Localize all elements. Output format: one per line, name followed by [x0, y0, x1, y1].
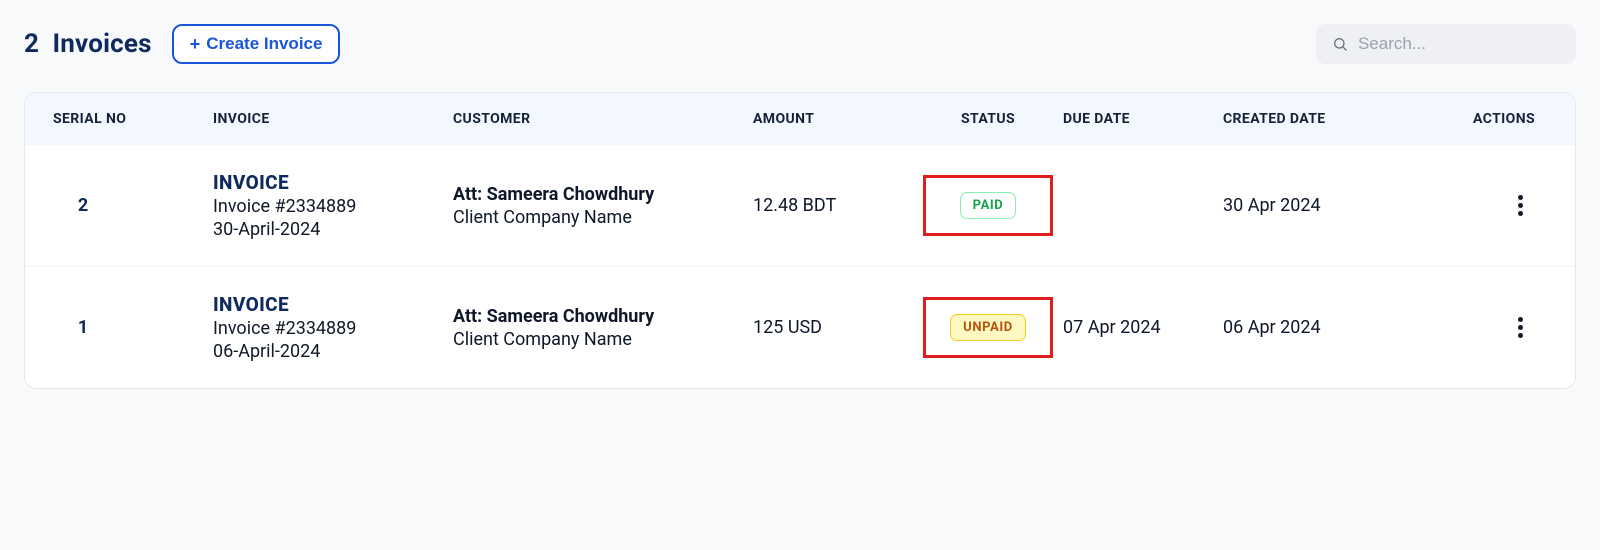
customer-cell: Att: Sameera Chowdhury Client Company Na…	[453, 184, 753, 228]
row-actions-menu-button[interactable]	[1512, 311, 1529, 344]
invoice-title: INVOICE	[213, 293, 453, 316]
col-status: STATUS	[913, 111, 1063, 127]
col-amount: AMOUNT	[753, 111, 913, 127]
created-date-cell: 30 Apr 2024	[1223, 195, 1423, 216]
customer-company: Client Company Name	[453, 329, 753, 350]
status-highlight: PAID	[923, 175, 1053, 236]
amount-cell: 12.48 BDT	[753, 195, 913, 216]
row-actions-menu-button[interactable]	[1512, 189, 1529, 222]
col-created-date: CREATED DATE	[1223, 111, 1423, 127]
header-left: 2 Invoices + Create Invoice	[24, 24, 340, 64]
search-box[interactable]	[1316, 24, 1576, 64]
table-header-row: SERIAL NO INVOICE CUSTOMER AMOUNT STATUS…	[25, 93, 1575, 145]
serial-cell: 2	[53, 195, 213, 216]
invoice-date: 06-April-2024	[213, 341, 453, 362]
actions-cell	[1423, 311, 1547, 344]
invoice-cell[interactable]: INVOICE Invoice #2334889 30-April-2024	[213, 171, 453, 240]
search-icon	[1332, 35, 1348, 53]
col-due-date: DUE DATE	[1063, 111, 1223, 127]
plus-icon: +	[190, 35, 201, 53]
created-date-cell: 06 Apr 2024	[1223, 317, 1423, 338]
status-badge: UNPAID	[950, 314, 1026, 341]
status-cell: UNPAID	[913, 297, 1063, 358]
actions-cell	[1423, 189, 1547, 222]
status-badge: PAID	[960, 192, 1017, 219]
due-date-cell: 07 Apr 2024	[1063, 317, 1223, 338]
page-title-text: Invoices	[52, 29, 151, 59]
serial-value: 1	[53, 317, 113, 338]
col-actions: ACTIONS	[1423, 111, 1547, 127]
status-cell: PAID	[913, 175, 1063, 236]
create-invoice-label: Create Invoice	[206, 34, 322, 54]
serial-cell: 1	[53, 317, 213, 338]
invoice-number: Invoice #2334889	[213, 318, 453, 339]
search-input[interactable]	[1358, 34, 1560, 54]
table-row: 1 INVOICE Invoice #2334889 06-April-2024…	[25, 266, 1575, 388]
table-row: 2 INVOICE Invoice #2334889 30-April-2024…	[25, 145, 1575, 266]
customer-attention: Att: Sameera Chowdhury	[453, 184, 753, 205]
col-customer: CUSTOMER	[453, 111, 753, 127]
status-highlight: UNPAID	[923, 297, 1053, 358]
invoice-date: 30-April-2024	[213, 219, 453, 240]
serial-value: 2	[53, 195, 113, 216]
customer-company: Client Company Name	[453, 207, 753, 228]
amount-cell: 125 USD	[753, 317, 913, 338]
col-serial: SERIAL NO	[53, 111, 213, 127]
customer-cell: Att: Sameera Chowdhury Client Company Na…	[453, 306, 753, 350]
invoice-cell[interactable]: INVOICE Invoice #2334889 06-April-2024	[213, 293, 453, 362]
invoice-count: 2	[24, 29, 39, 59]
invoice-number: Invoice #2334889	[213, 196, 453, 217]
col-invoice: INVOICE	[213, 111, 453, 127]
invoices-table: SERIAL NO INVOICE CUSTOMER AMOUNT STATUS…	[24, 92, 1576, 389]
customer-attention: Att: Sameera Chowdhury	[453, 306, 753, 327]
invoice-title: INVOICE	[213, 171, 453, 194]
create-invoice-button[interactable]: + Create Invoice	[172, 24, 341, 64]
page-title: 2 Invoices	[24, 29, 152, 59]
header-bar: 2 Invoices + Create Invoice	[24, 24, 1576, 64]
